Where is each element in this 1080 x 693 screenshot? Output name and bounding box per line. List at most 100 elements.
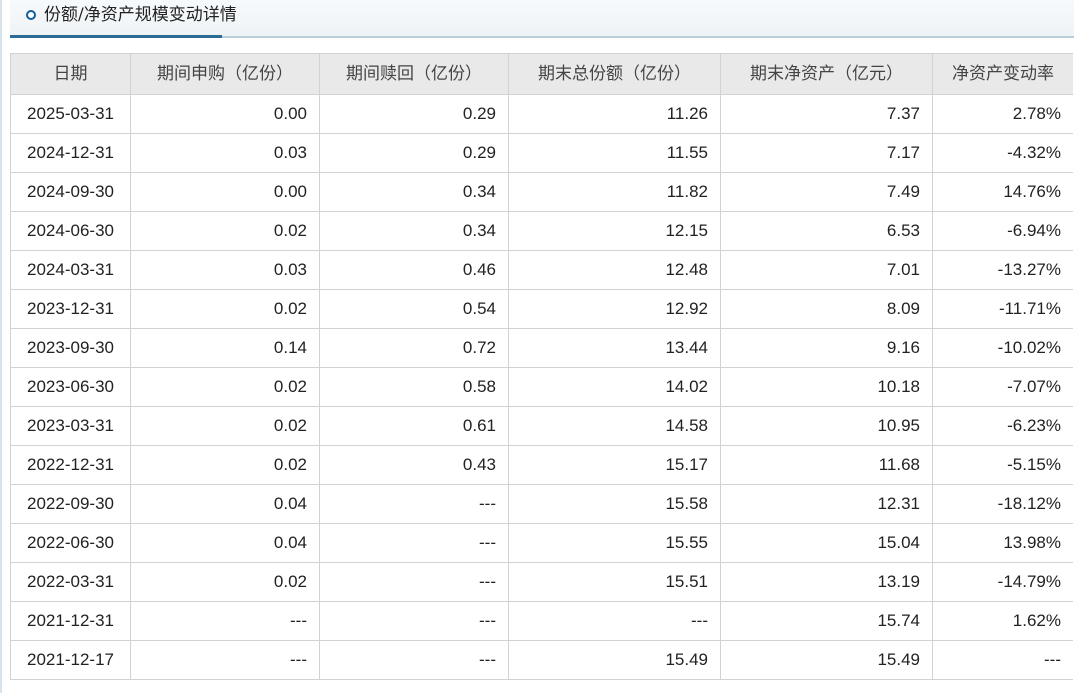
cell-date: 2022-12-31: [10, 445, 131, 485]
table-header: 日期 期间申购（亿份） 期间赎回（亿份） 期末总份额（亿份） 期末净资产（亿元）…: [10, 53, 1073, 95]
column-header-total-shares: 期末总份额（亿份）: [508, 53, 721, 95]
table-row: 2023-09-30 0.14 0.72 13.44 9.16 -10.02%: [10, 328, 1073, 368]
scale-change-table: 日期 期间申购（亿份） 期间赎回（亿份） 期末总份额（亿份） 期末净资产（亿元）…: [10, 53, 1073, 680]
cell-total-shares: 11.82: [508, 172, 721, 212]
cell-redemption: ---: [319, 484, 509, 524]
cell-net-assets: 10.18: [720, 367, 933, 407]
cell-net-assets: 10.95: [720, 406, 933, 446]
cell-date: 2023-12-31: [10, 289, 131, 329]
cell-net-asset-change: 2.78%: [932, 94, 1073, 134]
cell-purchase: 0.02: [130, 211, 320, 251]
section-header: 份额/净资产规模变动详情: [10, 0, 1074, 36]
cell-purchase: 0.02: [130, 289, 320, 329]
cell-net-asset-change: -4.32%: [932, 133, 1073, 173]
cell-net-asset-change: ---: [932, 640, 1073, 680]
cell-date: 2022-06-30: [10, 523, 131, 563]
table-row: 2024-09-30 0.00 0.34 11.82 7.49 14.76%: [10, 172, 1073, 212]
circle-icon: [26, 10, 36, 20]
cell-redemption: 0.54: [319, 289, 509, 329]
cell-net-assets: 11.68: [720, 445, 933, 485]
cell-purchase: 0.00: [130, 172, 320, 212]
table-row: 2024-12-31 0.03 0.29 11.55 7.17 -4.32%: [10, 133, 1073, 173]
cell-net-assets: 15.74: [720, 601, 933, 641]
cell-redemption: 0.29: [319, 133, 509, 173]
table-row: 2023-12-31 0.02 0.54 12.92 8.09 -11.71%: [10, 289, 1073, 329]
cell-date: 2022-03-31: [10, 562, 131, 602]
cell-net-assets: 7.17: [720, 133, 933, 173]
cell-net-asset-change: -10.02%: [932, 328, 1073, 368]
cell-purchase: 0.04: [130, 484, 320, 524]
column-header-date: 日期: [10, 53, 131, 95]
cell-date: 2023-09-30: [10, 328, 131, 368]
table-body: 2025-03-31 0.00 0.29 11.26 7.37 2.78% 2024-12-…: [10, 94, 1073, 680]
cell-date: 2022-09-30: [10, 484, 131, 524]
cell-total-shares: 11.26: [508, 94, 721, 134]
cell-purchase: 0.02: [130, 445, 320, 485]
cell-redemption: ---: [319, 640, 509, 680]
cell-redemption: ---: [319, 601, 509, 641]
cell-purchase: ---: [130, 601, 320, 641]
cell-date: 2024-09-30: [10, 172, 131, 212]
cell-purchase: 0.04: [130, 523, 320, 563]
table-row: 2023-03-31 0.02 0.61 14.58 10.95 -6.23%: [10, 406, 1073, 446]
cell-net-assets: 13.19: [720, 562, 933, 602]
cell-purchase: 0.02: [130, 562, 320, 602]
cell-net-asset-change: -14.79%: [932, 562, 1073, 602]
cell-net-asset-change: 13.98%: [932, 523, 1073, 563]
cell-net-asset-change: -6.23%: [932, 406, 1073, 446]
cell-net-asset-change: 1.62%: [932, 601, 1073, 641]
cell-total-shares: 15.49: [508, 640, 721, 680]
column-header-purchase: 期间申购（亿份）: [130, 53, 320, 95]
table-row: 2022-09-30 0.04 --- 15.58 12.31 -18.12%: [10, 484, 1073, 524]
cell-total-shares: 12.92: [508, 289, 721, 329]
cell-total-shares: 13.44: [508, 328, 721, 368]
cell-total-shares: 14.02: [508, 367, 721, 407]
cell-redemption: 0.34: [319, 172, 509, 212]
table-row: 2023-06-30 0.02 0.58 14.02 10.18 -7.07%: [10, 367, 1073, 407]
cell-net-assets: 8.09: [720, 289, 933, 329]
cell-redemption: 0.46: [319, 250, 509, 290]
cell-redemption: 0.29: [319, 94, 509, 134]
cell-total-shares: 15.55: [508, 523, 721, 563]
cell-total-shares: 12.48: [508, 250, 721, 290]
table-row: 2022-12-31 0.02 0.43 15.17 11.68 -5.15%: [10, 445, 1073, 485]
cell-redemption: 0.58: [319, 367, 509, 407]
cell-net-assets: 15.04: [720, 523, 933, 563]
cell-net-asset-change: -6.94%: [932, 211, 1073, 251]
cell-total-shares: 12.15: [508, 211, 721, 251]
cell-redemption: ---: [319, 562, 509, 602]
cell-total-shares: 15.17: [508, 445, 721, 485]
cell-net-assets: 7.01: [720, 250, 933, 290]
cell-date: 2021-12-17: [10, 640, 131, 680]
cell-purchase: 0.03: [130, 250, 320, 290]
cell-net-asset-change: -13.27%: [932, 250, 1073, 290]
section-title: 份额/净资产规模变动详情: [44, 5, 237, 25]
cell-total-shares: 11.55: [508, 133, 721, 173]
cell-net-asset-change: 14.76%: [932, 172, 1073, 212]
cell-purchase: 0.02: [130, 406, 320, 446]
column-header-net-asset-change: 净资产变动率: [932, 53, 1073, 95]
section-title-wrap: 份额/净资产规模变动详情: [26, 3, 237, 27]
cell-redemption: 0.72: [319, 328, 509, 368]
scale-change-table-wrap: 日期 期间申购（亿份） 期间赎回（亿份） 期末总份额（亿份） 期末净资产（亿元）…: [10, 53, 1073, 681]
cell-purchase: 0.00: [130, 94, 320, 134]
table-header-row: 日期 期间申购（亿份） 期间赎回（亿份） 期末总份额（亿份） 期末净资产（亿元）…: [10, 53, 1073, 95]
cell-net-assets: 15.49: [720, 640, 933, 680]
cell-date: 2025-03-31: [10, 94, 131, 134]
cell-date: 2021-12-31: [10, 601, 131, 641]
cell-purchase: 0.02: [130, 367, 320, 407]
cell-redemption: ---: [319, 523, 509, 563]
cell-total-shares: 15.58: [508, 484, 721, 524]
cell-date: 2023-06-30: [10, 367, 131, 407]
table-row: 2022-06-30 0.04 --- 15.55 15.04 13.98%: [10, 523, 1073, 563]
column-header-net-assets: 期末净资产（亿元）: [720, 53, 933, 95]
table-row: 2021-12-17 --- --- 15.49 15.49 ---: [10, 640, 1073, 680]
cell-net-assets: 7.37: [720, 94, 933, 134]
cell-total-shares: 15.51: [508, 562, 721, 602]
cell-date: 2023-03-31: [10, 406, 131, 446]
table-row: 2025-03-31 0.00 0.29 11.26 7.37 2.78%: [10, 94, 1073, 134]
section-underline-accent: [10, 35, 222, 38]
cell-net-assets: 6.53: [720, 211, 933, 251]
table-row: 2024-03-31 0.03 0.46 12.48 7.01 -13.27%: [10, 250, 1073, 290]
cell-redemption: 0.61: [319, 406, 509, 446]
